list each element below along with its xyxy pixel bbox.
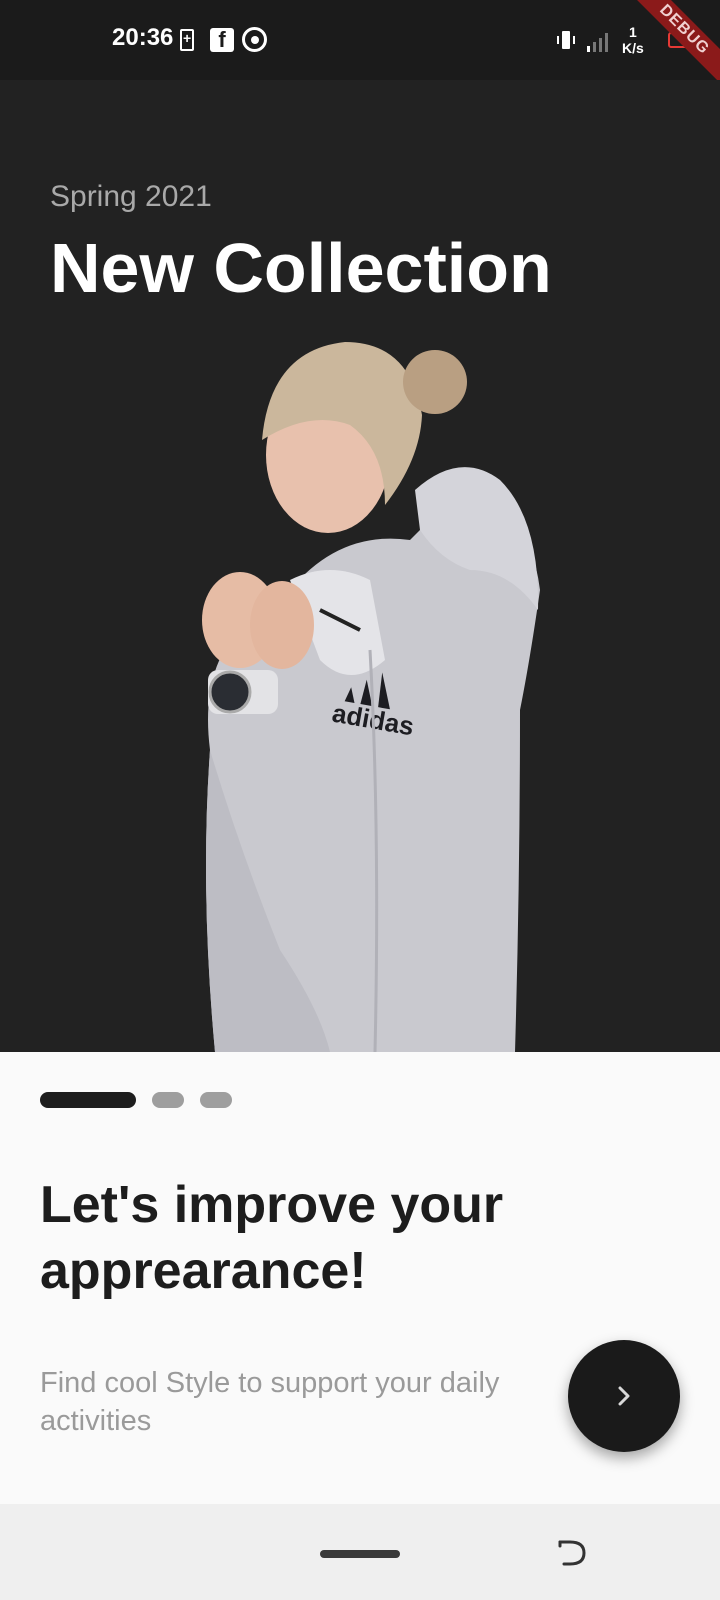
status-time: 20:36 xyxy=(112,24,174,51)
collection-title: New Collection xyxy=(50,229,552,307)
facebook-icon: f xyxy=(210,27,234,52)
model-image: adidas xyxy=(202,342,540,1052)
onboarding-sheet: Let's improve your apprearance! Find coo… xyxy=(0,1052,720,1504)
home-gesture-handle[interactable] xyxy=(320,1550,400,1558)
chevron-right-icon xyxy=(618,1386,630,1406)
status-bar: 20:36 f 1 K/s xyxy=(0,0,720,80)
onboarding-headline: Let's improve your apprearance! xyxy=(40,1176,504,1300)
hero-section: Spring 2021 New Collection adidas xyxy=(0,80,720,1052)
onboarding-subtext: Find cool Style to support your daily ac… xyxy=(40,1367,500,1437)
page-indicator-active[interactable] xyxy=(40,1092,136,1108)
page-indicator[interactable] xyxy=(200,1092,232,1108)
vibrate-icon xyxy=(556,28,576,52)
battery-charge-icon xyxy=(180,29,194,51)
network-speed: 1 K/s xyxy=(622,24,644,56)
chrome-icon xyxy=(242,27,267,52)
page-indicators xyxy=(40,1092,232,1108)
season-label: Spring 2021 xyxy=(50,180,212,213)
page-indicator[interactable] xyxy=(152,1092,184,1108)
next-button[interactable] xyxy=(568,1340,680,1452)
system-nav-bar xyxy=(0,1504,720,1600)
signal-icon xyxy=(585,30,613,52)
back-gesture-icon[interactable] xyxy=(556,1538,588,1568)
